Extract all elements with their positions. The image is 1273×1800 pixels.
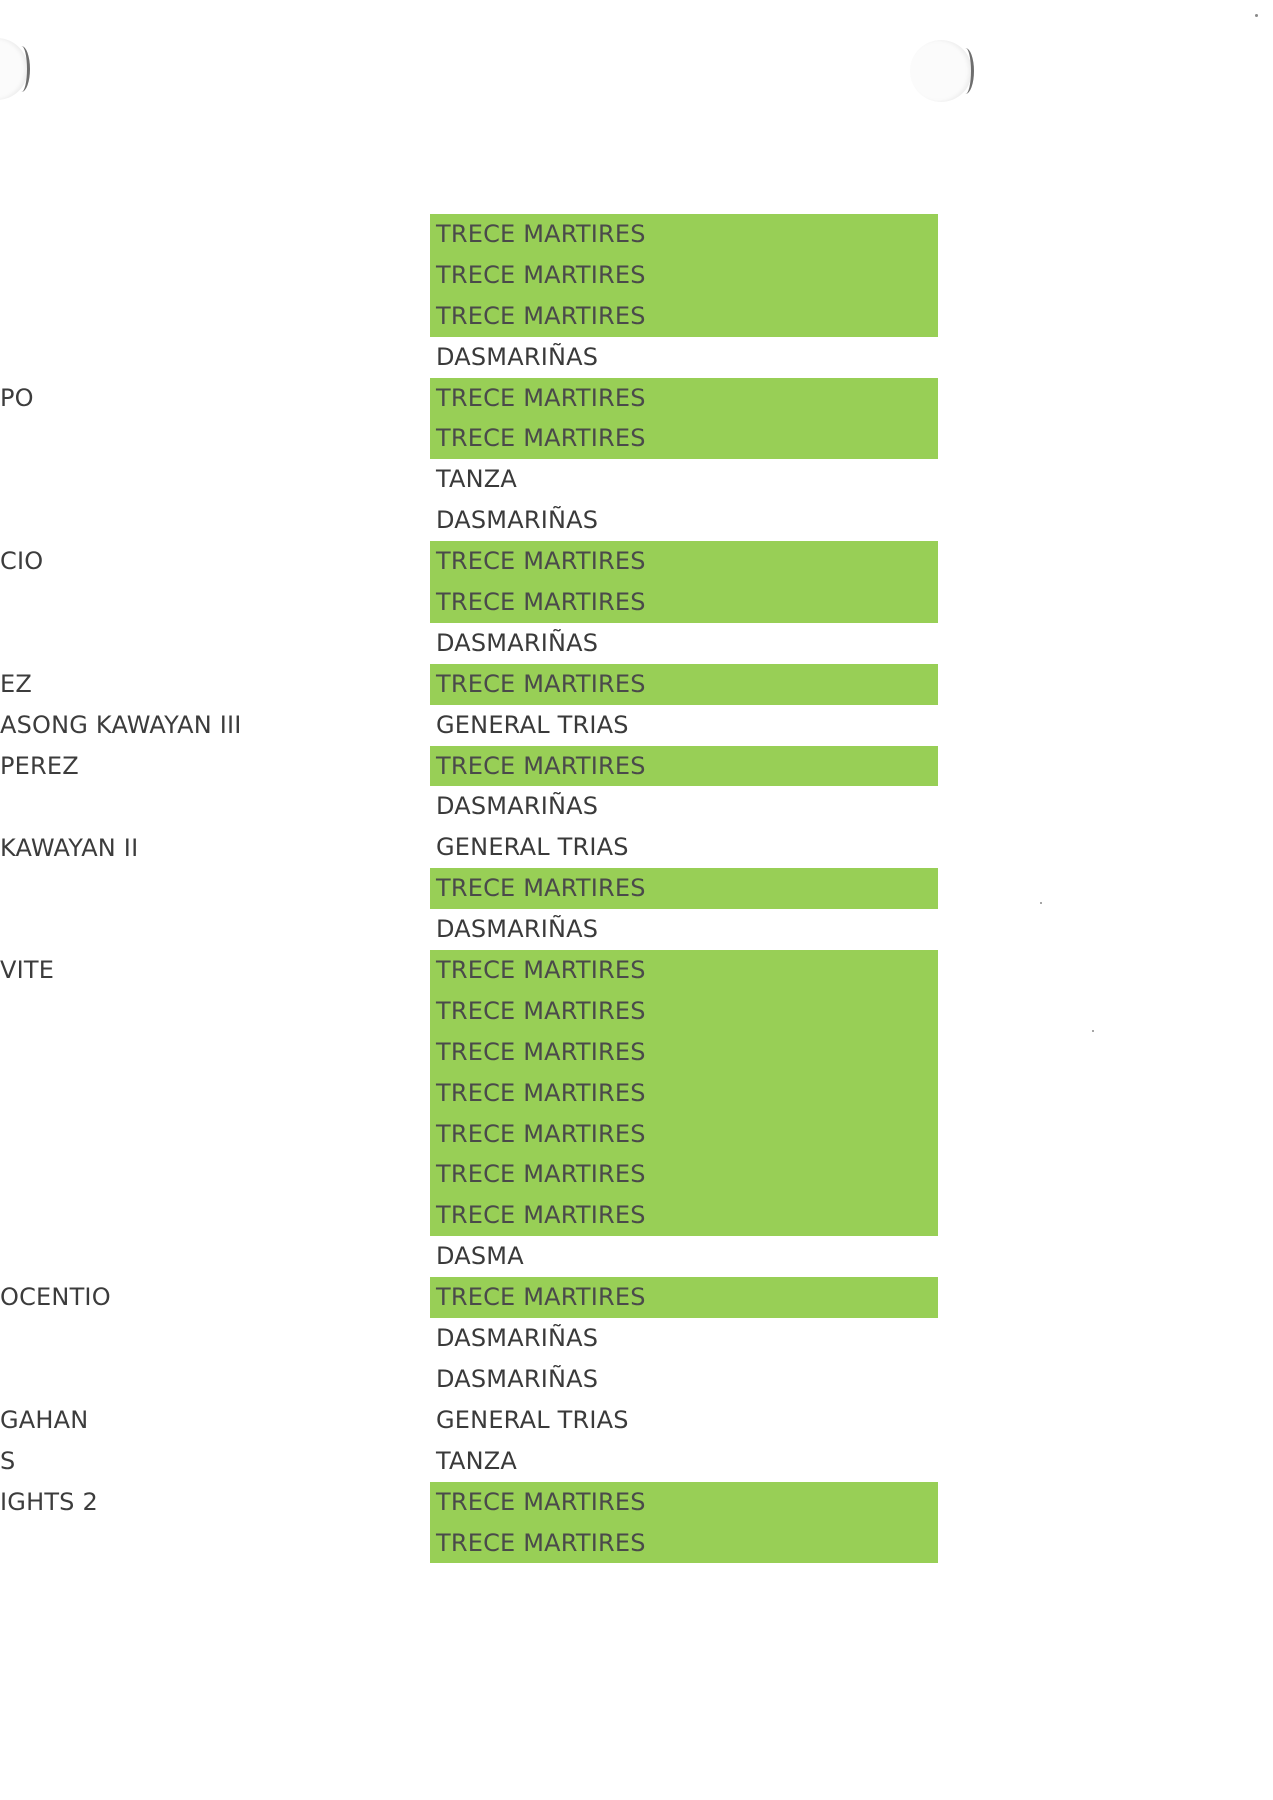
name-column-fragment: PO CIO EZ ASONG KAWAYAN III PEREZ KAWAYAN II… <box>0 0 420 1800</box>
highlighted-city-cell: TRECE MARTIRES <box>430 868 938 910</box>
highlighted-city-cell: TRECE MARTIRES <box>430 1154 938 1196</box>
city-cell: TANZA <box>436 465 518 494</box>
city-column: TRECE MARTIRES TRECE MARTIRES TRECE MARTIR… <box>430 214 938 1564</box>
highlighted-city-cell: TRECE MARTIRES <box>430 1031 938 1073</box>
name-cell-fragment: KAWAYAN II <box>0 833 139 862</box>
name-cell-fragment: PEREZ <box>0 751 79 780</box>
name-cell-fragment: GAHAN <box>0 1406 89 1435</box>
highlighted-city-cell: TRECE MARTIRES <box>430 541 938 583</box>
highlighted-city-cell: TRECE MARTIRES <box>430 950 938 991</box>
highlighted-city-cell: TRECE MARTIRES <box>430 418 938 460</box>
city-cell: DASMARIÑAS <box>436 506 599 535</box>
city-cell: DASMARIÑAS <box>436 1364 599 1393</box>
highlighted-city-cell: TRECE MARTIRES <box>430 1195 938 1237</box>
city-cell: GENERAL TRIAS <box>436 710 629 739</box>
city-cell: DASMARIÑAS <box>436 628 599 657</box>
highlighted-city-cell: TRECE MARTIRES <box>430 377 938 419</box>
city-cell: TANZA <box>436 1446 518 1475</box>
highlighted-city-cell: TRECE MARTIRES <box>430 214 938 255</box>
punch-hole-right <box>910 40 974 102</box>
name-cell-fragment: ASONG KAWAYAN III <box>0 710 242 739</box>
city-cell: DASMA <box>436 1242 524 1271</box>
city-cell: GENERAL TRIAS <box>436 1405 629 1434</box>
highlighted-city-cell: TRECE MARTIRES <box>430 1277 938 1319</box>
scan-speck <box>1092 1030 1094 1032</box>
scan-speck <box>1255 14 1258 17</box>
highlighted-city-cell: TRECE MARTIRES <box>430 295 938 337</box>
highlighted-city-cell: TRECE MARTIRES <box>430 1113 938 1155</box>
highlighted-city-cell: TRECE MARTIRES <box>430 254 938 296</box>
highlighted-city-cell: TRECE MARTIRES <box>430 745 938 787</box>
name-cell-fragment: VITE <box>0 956 55 985</box>
highlighted-city-cell: TRECE MARTIRES <box>430 990 938 1032</box>
highlighted-city-cell: TRECE MARTIRES <box>430 663 938 705</box>
city-cell: DASMARIÑAS <box>436 342 599 371</box>
city-cell: DASMARIÑAS <box>436 792 599 821</box>
city-cell: DASMARIÑAS <box>436 915 599 944</box>
city-cell: GENERAL TRIAS <box>436 833 629 862</box>
highlighted-city-cell: TRECE MARTIRES <box>430 1481 938 1523</box>
highlighted-city-cell: TRECE MARTIRES <box>430 1522 938 1564</box>
city-cell: DASMARIÑAS <box>436 1324 599 1353</box>
name-cell-fragment: EZ <box>0 669 33 698</box>
scan-speck <box>1040 902 1042 904</box>
highlighted-city-cell: TRECE MARTIRES <box>430 582 938 623</box>
name-cell-fragment: PO <box>0 383 34 412</box>
highlighted-city-cell: TRECE MARTIRES <box>430 1072 938 1114</box>
name-cell-fragment: CIO <box>0 547 44 576</box>
name-cell-fragment: S <box>0 1447 16 1475</box>
name-cell-fragment: IGHTS 2 <box>0 1487 98 1516</box>
name-cell-fragment: OCENTIO <box>0 1283 111 1312</box>
